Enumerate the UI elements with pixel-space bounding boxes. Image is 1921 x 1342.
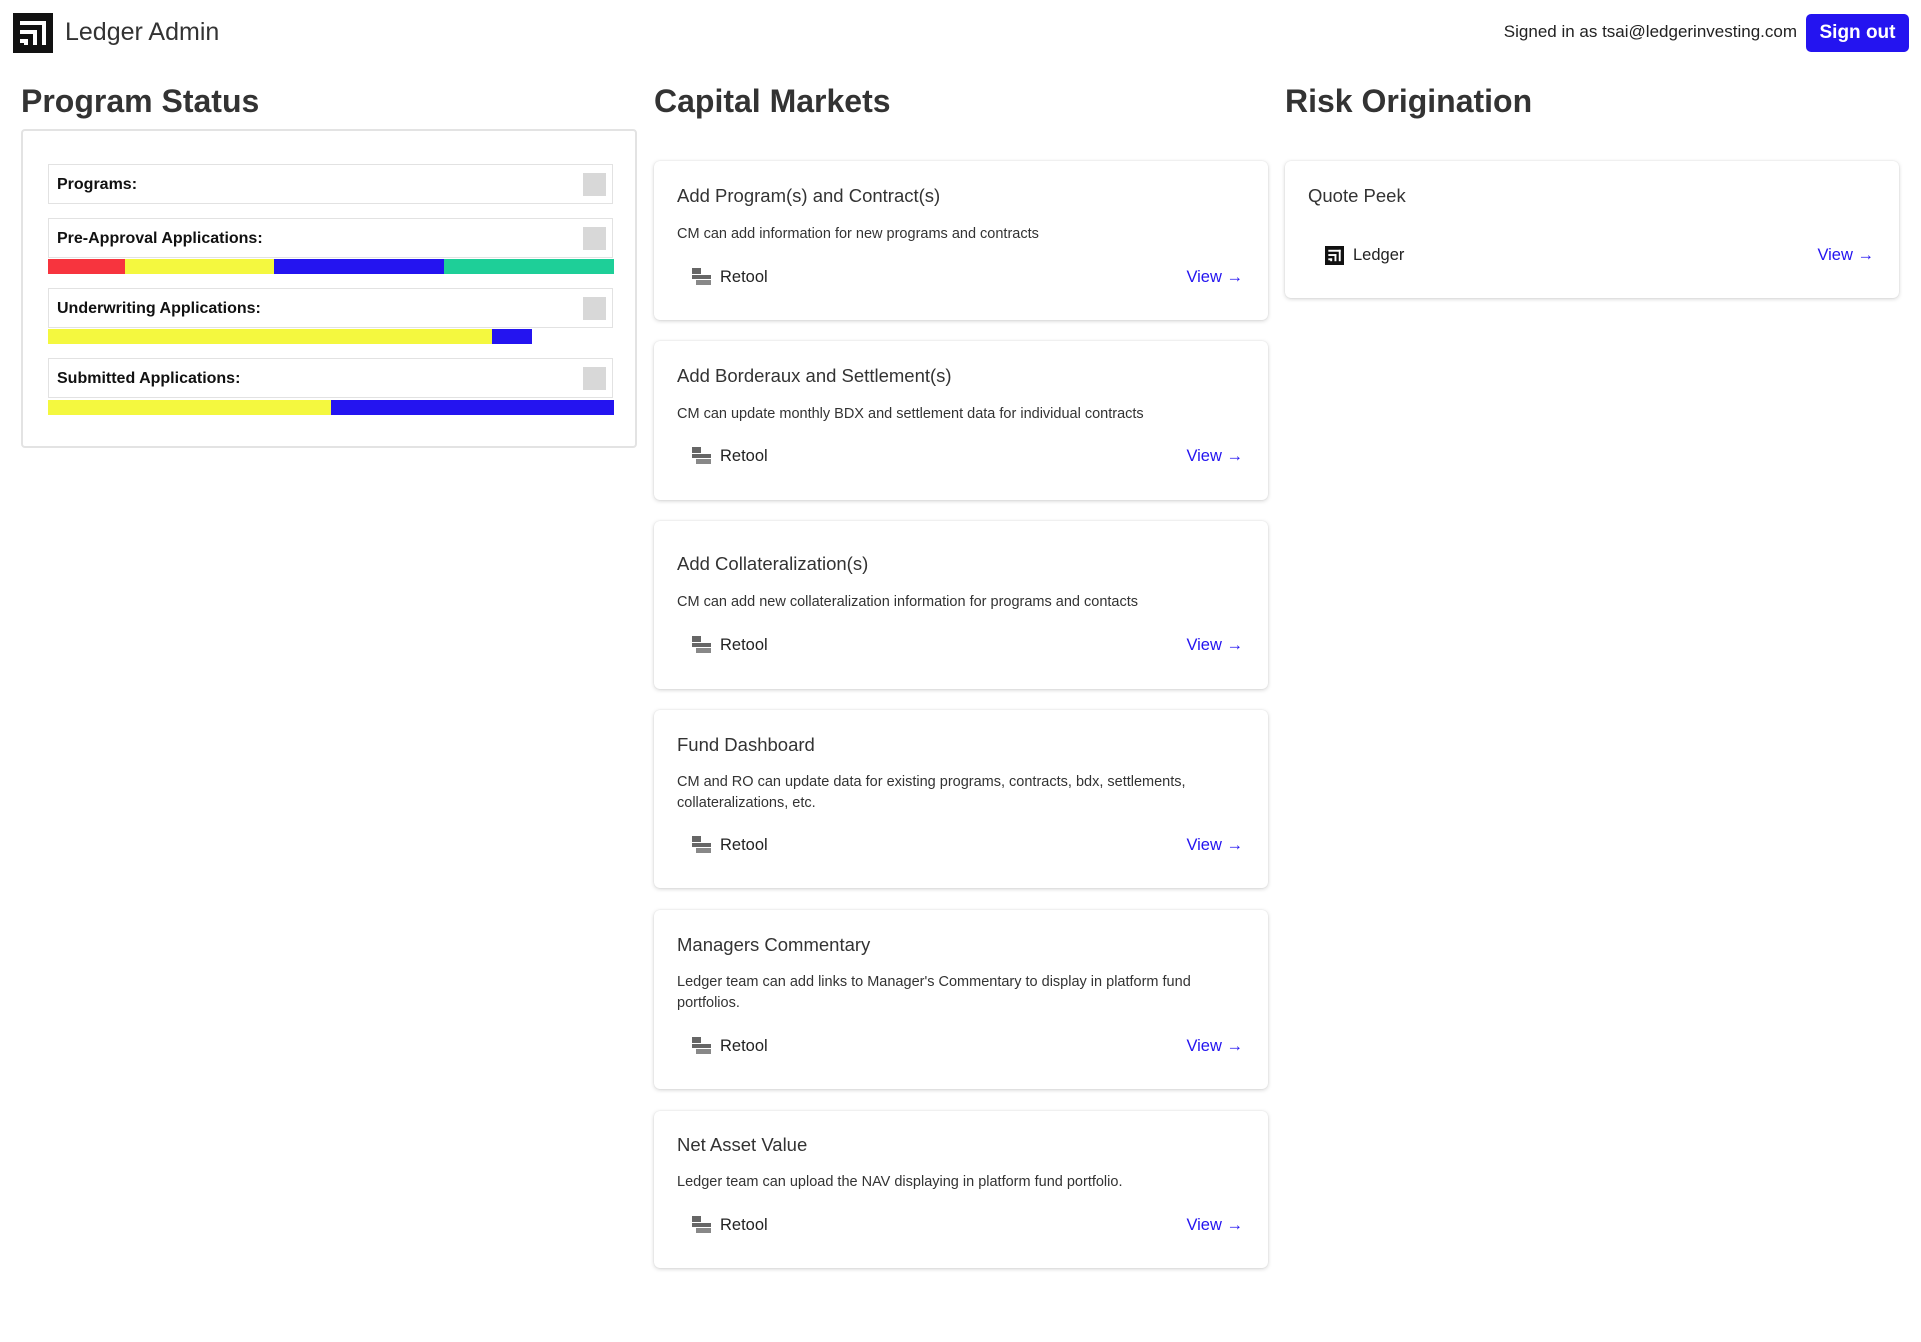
status-bar-segment-red (48, 259, 125, 274)
risk-origination-title: Risk Origination (1285, 83, 1533, 119)
status-row-submitted: Submitted Applications: (48, 358, 613, 398)
program-status-panel: Programs: Pre-Approval Applications: Und… (21, 129, 637, 448)
retool-icon (692, 268, 711, 285)
status-bar-segment-yellow (125, 259, 274, 274)
sign-out-button[interactable]: Sign out (1806, 14, 1909, 52)
status-label: Underwriting Applications: (57, 300, 261, 317)
status-bar-segment-blue (331, 400, 614, 415)
signed-in-text: Signed in as tsai@ledgerinvesting.com (1503, 22, 1797, 41)
card-title: Net Asset Value (677, 1134, 808, 1155)
card-title: Fund Dashboard (677, 734, 815, 755)
status-count-placeholder (583, 367, 606, 390)
card-title: Add Collateralization(s) (677, 553, 869, 574)
capital-markets-title: Capital Markets (654, 83, 891, 119)
view-link[interactable]: View → (1186, 1037, 1243, 1056)
status-label: Submitted Applications: (57, 370, 241, 387)
status-row-underwriting: Underwriting Applications: (48, 288, 613, 328)
tool-name: Retool (720, 636, 768, 654)
view-link[interactable]: View → (1186, 268, 1243, 287)
status-row-programs: Programs: (48, 164, 613, 204)
status-bar-segment-yellow (48, 400, 331, 415)
retool-icon (692, 636, 711, 653)
ledger-logo-icon (1325, 246, 1344, 265)
tool-name: Retool (720, 1037, 768, 1055)
card-managers-commentary: Managers Commentary Ledger team can add … (654, 910, 1268, 1089)
view-link[interactable]: View → (1186, 636, 1243, 655)
status-label: Programs: (57, 176, 138, 193)
view-link[interactable]: View → (1186, 447, 1243, 466)
app-title: Ledger Admin (65, 18, 220, 46)
retool-icon (692, 447, 711, 464)
status-row-pre-approval: Pre-Approval Applications: (48, 218, 613, 258)
program-status-title: Program Status (21, 83, 260, 119)
card-description: CM can add information for new programs … (677, 226, 1039, 242)
view-link[interactable]: View → (1186, 1216, 1243, 1235)
status-count-placeholder (583, 227, 606, 250)
card-add-borderaux: Add Borderaux and Settlement(s) CM can u… (654, 341, 1268, 500)
status-label: Pre-Approval Applications: (57, 230, 263, 247)
card-description: CM can add new collateralization informa… (677, 594, 1139, 610)
card-description: Ledger team can upload the NAV displayin… (677, 1174, 1123, 1190)
tool-name: Retool (720, 1216, 768, 1234)
status-bar (48, 329, 532, 344)
tool-name: Retool (720, 447, 768, 465)
card-add-collateralization: Add Collateralization(s) CM can add new … (654, 521, 1268, 689)
status-bar-segment-blue (274, 259, 444, 274)
card-description: Ledger team can add links to Manager's C… (677, 974, 1191, 1011)
card-title: Managers Commentary (677, 934, 871, 955)
status-count-placeholder (583, 173, 606, 196)
status-bar (48, 400, 614, 415)
tool-name: Retool (720, 836, 768, 854)
card-description: CM can update monthly BDX and settlement… (677, 406, 1144, 422)
status-bar-segment-blue (492, 329, 532, 344)
card-title: Add Borderaux and Settlement(s) (677, 365, 952, 386)
view-link[interactable]: View → (1817, 246, 1874, 265)
retool-icon (692, 1037, 711, 1054)
top-bar: Ledger Admin Signed in as tsai@ledgerinv… (0, 0, 1921, 66)
card-quote-peek: Quote Peek Ledger View → (1285, 161, 1899, 298)
tool-name: Retool (720, 268, 768, 286)
card-description: CM and RO can update data for existing p… (677, 774, 1186, 811)
tool-name: Ledger (1353, 246, 1405, 264)
retool-icon (692, 1216, 711, 1233)
status-bar-segment-green (444, 259, 614, 274)
ledger-logo-icon[interactable] (13, 13, 53, 53)
view-link[interactable]: View → (1186, 836, 1243, 855)
card-fund-dashboard: Fund Dashboard CM and RO can update data… (654, 710, 1268, 888)
card-title: Add Program(s) and Contract(s) (677, 185, 941, 206)
status-bar (48, 259, 614, 274)
card-net-asset-value: Net Asset Value Ledger team can upload t… (654, 1111, 1268, 1268)
card-title: Quote Peek (1308, 185, 1406, 206)
card-add-programs: Add Program(s) and Contract(s) CM can ad… (654, 161, 1268, 320)
status-bar-segment-yellow (48, 329, 492, 344)
retool-icon (692, 836, 711, 853)
status-count-placeholder (583, 297, 606, 320)
